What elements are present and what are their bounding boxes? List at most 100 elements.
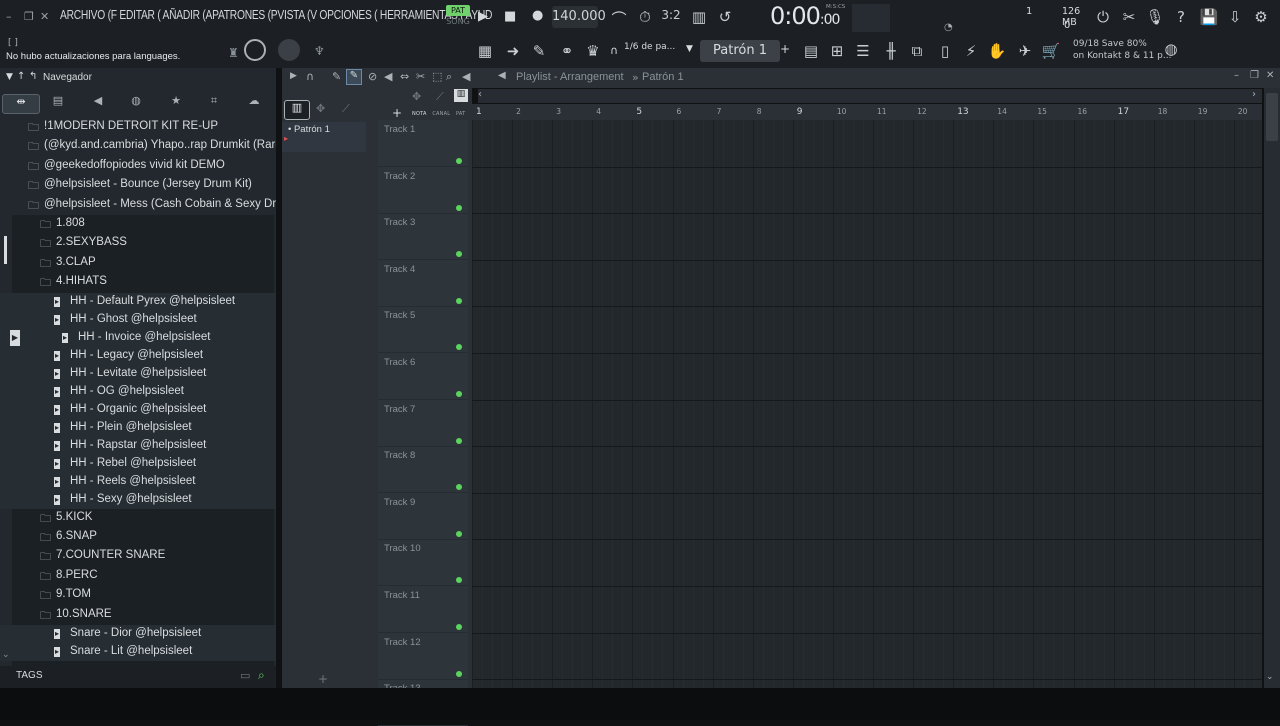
vscroll-thumb[interactable] — [1266, 93, 1278, 141]
main-menu[interactable]: ARCHIVO (F EDITAR ( AÑADIR (APATRONES (P… — [60, 8, 492, 22]
zoom-tool-icon[interactable]: ⌕ — [446, 70, 452, 84]
folder-item[interactable]: 🗀 @geekedoffopiodes vivid kit DEMO — [0, 157, 276, 175]
vertical-scrollbar[interactable]: ⌄ — [1264, 88, 1280, 688]
file-item[interactable]: ▸ HH - Organic @helpsisleet — [0, 400, 276, 419]
track-label[interactable]: Track 11 — [384, 590, 420, 601]
tempo-display[interactable]: 140.000 — [552, 6, 606, 28]
piano-icon-2[interactable]: ▥ — [454, 89, 468, 102]
move-icon[interactable]: ✥ — [412, 90, 421, 103]
file-item[interactable]: ▸ HH - Sexy @helpsisleet — [0, 490, 276, 509]
select-tool-icon[interactable]: ⬚ — [432, 70, 442, 83]
news-panel[interactable]: 09/18 Save 80% on Kontakt 8 & 11 p... — [1073, 38, 1171, 62]
pattern-list-item[interactable]: • Patrón 1 — [288, 124, 330, 135]
playlist-menu-icon[interactable]: ▶ — [290, 71, 297, 81]
file-item[interactable]: ▸ Snare - Lit @helpsisleet — [0, 643, 276, 661]
delete-tool-icon[interactable]: ⊘ — [368, 70, 377, 83]
file-item[interactable]: ▸ HH - Invoice @helpsisleet — [0, 328, 276, 347]
link-icon[interactable]: ⚭ — [556, 42, 578, 60]
track-enable-led[interactable] — [456, 344, 462, 351]
magnet-icon[interactable]: ∩ — [306, 70, 314, 83]
document-icon[interactable]: ▯ — [934, 42, 956, 60]
folder-item[interactable]: 🗀 2.SEXYBASS — [0, 234, 276, 252]
file-item[interactable]: ▸ HH - Legacy @helpsisleet — [0, 346, 276, 365]
track-enable-led[interactable] — [456, 251, 462, 258]
favorites-tab-icon[interactable]: ★ — [158, 94, 194, 112]
restore-icon[interactable]: ❐ — [24, 10, 34, 23]
close-icon[interactable]: ✕ — [1266, 70, 1274, 81]
plugin-db-tab-icon[interactable]: ◍ — [118, 94, 154, 112]
export-icon[interactable]: ⇩ — [1224, 8, 1246, 26]
mixer-icon[interactable]: ☰ — [852, 42, 874, 60]
folder-item[interactable]: 🗀 4.HIHATS — [0, 273, 276, 291]
draw-tool-icon[interactable]: ✎ — [332, 70, 341, 83]
file-item[interactable]: ▸ Snare - Dior @helpsisleet — [0, 625, 276, 643]
minimize-icon[interactable]: – — [1234, 70, 1239, 81]
blend-notes-icon[interactable]: ▥ — [688, 8, 710, 26]
mute-tool-icon[interactable]: ◀ — [384, 70, 392, 83]
pat-mode[interactable]: PAT — [446, 5, 470, 16]
folder-item[interactable]: 🗀 @helpsisleet - Mess (Cash Cobain & Sexy… — [0, 196, 276, 214]
plugin-icon[interactable]: ⧉ — [906, 42, 928, 60]
slide-icon[interactable]: ⟋ — [342, 102, 350, 116]
metronome-icon[interactable]: ⌒ — [608, 8, 630, 29]
back-icon[interactable]: ↰ — [29, 71, 37, 82]
record-icon[interactable]: ● — [532, 8, 543, 23]
stop-icon[interactable]: ■ — [504, 9, 516, 24]
globe-icon[interactable]: ◍ — [1160, 40, 1182, 58]
add-pattern-icon[interactable]: + — [780, 42, 790, 56]
power-icon[interactable]: ⏻ — [1092, 8, 1114, 26]
file-item[interactable]: ▸ HH - Default Pyrex @helpsisleet — [0, 292, 276, 311]
file-item[interactable]: ▸ HH - Levitate @helpsisleet — [0, 364, 276, 383]
folder-item[interactable]: 🗀 !1MODERN DETROIT KIT RE-UP — [0, 118, 276, 136]
folder-item[interactable]: 🗀 5.KICK — [0, 509, 276, 527]
add-icon[interactable]: + — [392, 106, 402, 120]
folder-item[interactable]: 🗀 7.COUNTER SNARE — [0, 547, 276, 565]
speaker-tab-icon[interactable]: ◀ — [80, 94, 116, 112]
bar-ruler[interactable]: 1 2 3 4 5 6 7 8 9 10 11 12 13 14 15 16 17 18 19 20 — [472, 104, 1262, 120]
track-enable-led[interactable] — [456, 391, 462, 397]
file-item[interactable]: ▸ HH - Rapstar @helpsisleet — [0, 436, 276, 455]
preview-play-icon[interactable]: ▶ — [10, 330, 20, 346]
track-label[interactable]: Track 5 — [384, 310, 415, 321]
arrow-icon[interactable]: ✥ — [316, 102, 325, 115]
folder-icon[interactable]: ▭ — [240, 669, 250, 682]
folder-item[interactable]: 🗀 6.SNAP — [0, 528, 276, 546]
track-enable-led[interactable] — [456, 530, 462, 537]
paint-tool-icon[interactable]: ✎ — [346, 69, 362, 85]
piano-roll-icon[interactable]: ▦ — [474, 42, 496, 60]
cut-icon[interactable]: ✂ — [1118, 8, 1140, 26]
track-enable-led[interactable] — [456, 577, 462, 584]
pat-song-toggle[interactable]: PAT SONG — [446, 5, 470, 29]
help-icon[interactable]: ? — [1170, 8, 1192, 26]
track-label[interactable]: Track 12 — [384, 637, 421, 648]
playlist-grid[interactable] — [472, 120, 1262, 688]
track-enable-led[interactable] — [456, 297, 462, 304]
search-icon[interactable]: ⌕ — [258, 668, 265, 683]
settings-icon[interactable]: ⚙ — [1250, 8, 1272, 26]
scroll-left-icon[interactable]: ‹ — [478, 89, 482, 100]
folder-item[interactable]: 🗀 1.808 — [0, 215, 276, 233]
track-label[interactable]: Track 9 — [384, 497, 415, 508]
up-arrow-icon[interactable]: ↑ — [17, 71, 25, 82]
track-label[interactable]: Track 8 — [384, 450, 415, 461]
file-item[interactable]: ▸ HH - Rebel @helpsisleet — [0, 454, 276, 473]
track-label[interactable]: Track 10 — [384, 543, 421, 554]
collapse-icon[interactable]: ▼ — [6, 72, 13, 82]
track-label[interactable]: Track 6 — [384, 357, 415, 368]
track-label[interactable]: Track 3 — [384, 217, 415, 228]
wait-input-icon[interactable]: ⏱ — [634, 8, 656, 26]
playback-tool-icon[interactable]: ◀ — [462, 70, 470, 83]
slice-tool-icon[interactable]: ✂ — [416, 70, 425, 83]
track-enable-led[interactable] — [456, 624, 462, 630]
snap-dropdown-icon[interactable]: ▼ — [686, 44, 693, 54]
track-label[interactable]: Track 4 — [384, 264, 415, 275]
brush-icon[interactable]: ✎ — [528, 42, 550, 60]
folder-item[interactable]: 🗀 10.SNARE — [0, 606, 276, 624]
countdown-icon[interactable]: 3:2 — [660, 8, 682, 22]
save-icon[interactable]: 💾 — [1198, 8, 1220, 26]
slide-icon-2[interactable]: ⟋ — [436, 90, 444, 104]
loop-record-icon[interactable]: ↺ — [714, 8, 736, 26]
track-enable-led[interactable] — [456, 158, 462, 164]
piano-icon[interactable]: ▥ — [284, 100, 310, 120]
folder-item[interactable]: 🗀 8.PERC — [0, 567, 276, 585]
